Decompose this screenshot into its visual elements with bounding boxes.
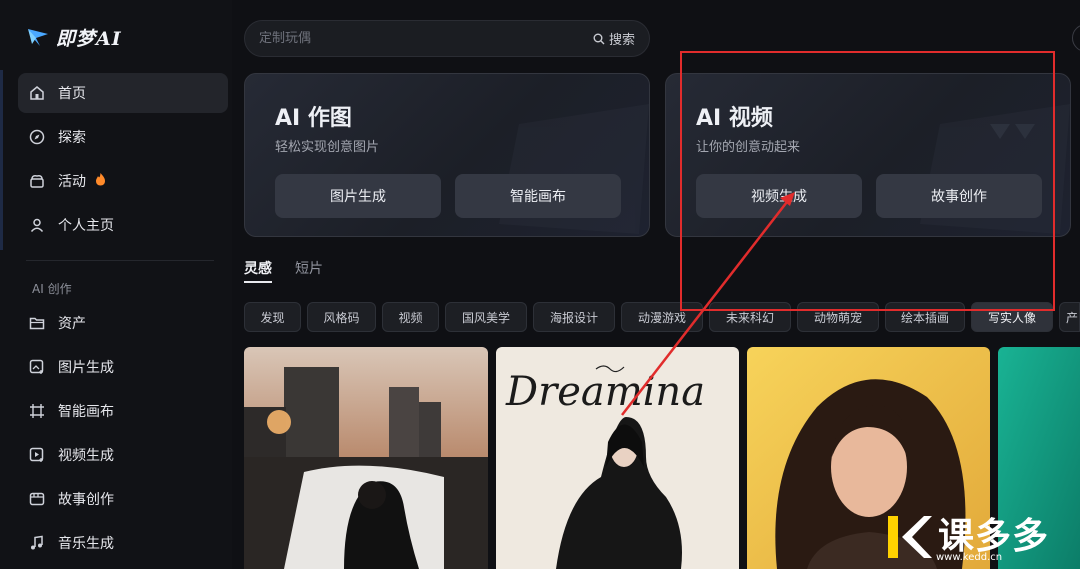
card-subtitle: 轻松实现创意图片: [275, 140, 380, 155]
sidebar-item-profile[interactable]: 个人主页: [18, 205, 228, 245]
search-button-label: 搜索: [608, 33, 635, 48]
video-generate-icon: [28, 446, 46, 464]
home-icon: [28, 84, 46, 102]
poster-title: Dreamina: [505, 369, 705, 415]
music-icon: [28, 534, 46, 552]
sidebar-item-assets[interactable]: 资产: [18, 303, 228, 343]
logo-icon: [28, 29, 48, 46]
sidebar-item-label: 图片生成: [58, 360, 114, 376]
sidebar-item-activity[interactable]: 活动: [18, 161, 228, 201]
smart-canvas-button[interactable]: 智能画布: [455, 174, 621, 218]
top-right-button[interactable]: [1072, 24, 1080, 52]
search-button[interactable]: 搜索: [593, 29, 635, 48]
annotation-highlight-box: [680, 51, 1055, 311]
sidebar: 即梦AI 首页 探索 活动 个人主页 AI 创作 资产 图片生成 智能画布 视频…: [0, 0, 232, 569]
story-icon: [28, 490, 46, 508]
folder-icon: [28, 314, 46, 332]
fire-icon: [94, 172, 107, 190]
image-generate-button[interactable]: 图片生成: [275, 174, 441, 218]
sidebar-divider: [26, 260, 214, 261]
user-icon: [28, 216, 46, 234]
canvas-icon: [28, 402, 46, 420]
gift-icon: [28, 172, 46, 190]
sidebar-item-explore[interactable]: 探索: [18, 117, 228, 157]
sidebar-item-music[interactable]: 音乐生成: [18, 523, 228, 563]
sidebar-item-label: 首页: [58, 86, 86, 102]
sidebar-item-label: 故事创作: [58, 492, 114, 508]
sidebar-item-label: 视频生成: [58, 448, 114, 464]
watermark-url: www.kedd.cn: [936, 552, 1003, 563]
watermark-text: 课多多: [938, 516, 1050, 557]
sidebar-item-video-generate[interactable]: 视频生成: [18, 435, 228, 475]
chip-chinese-style[interactable]: 国风美学: [445, 302, 527, 332]
ai-image-card: AI 作图 轻松实现创意图片 图片生成 智能画布: [244, 73, 650, 237]
image-tile-city-portrait[interactable]: [244, 347, 488, 569]
sidebar-item-image-generate[interactable]: 图片生成: [18, 347, 228, 387]
sidebar-item-home[interactable]: 首页: [18, 73, 228, 113]
chip-poster-design[interactable]: 海报设计: [533, 302, 615, 332]
card-title: AI 作图: [275, 106, 352, 131]
chip-video[interactable]: 视频: [382, 302, 439, 332]
app-logo[interactable]: 即梦AI: [26, 22, 122, 52]
search-icon: [593, 33, 605, 44]
watermark-logo-icon: [888, 516, 932, 558]
sidebar-item-label: 探索: [58, 130, 86, 146]
image-generate-icon: [28, 358, 46, 376]
sidebar-item-label: 音乐生成: [58, 536, 114, 552]
sidebar-item-label: 个人主页: [58, 218, 114, 234]
chip-style-code[interactable]: 风格码: [307, 302, 376, 332]
section-label-ai-create: AI 创作: [32, 282, 72, 296]
logo-text: 即梦AI: [56, 27, 122, 50]
sidebar-item-label: 智能画布: [58, 404, 114, 420]
compass-icon: [28, 128, 46, 146]
sidebar-item-canvas[interactable]: 智能画布: [18, 391, 228, 431]
chip-discover[interactable]: 发现: [244, 302, 301, 332]
tab-shorts[interactable]: 短片: [295, 258, 323, 278]
tab-active-indicator: [244, 281, 272, 283]
sidebar-item-label: 活动: [58, 174, 86, 190]
image-tile-dreamina-poster[interactable]: Dreamina: [496, 347, 739, 569]
tab-inspiration[interactable]: 灵感: [244, 258, 272, 278]
search-input[interactable]: [259, 31, 593, 46]
chip-more[interactable]: 产: [1059, 302, 1080, 332]
window-edge: [0, 70, 3, 250]
sidebar-item-story[interactable]: 故事创作: [18, 479, 228, 519]
search-bar: 搜索: [244, 20, 650, 57]
watermark: 课多多 www.kedd.cn: [884, 512, 1050, 563]
sidebar-item-label: 资产: [58, 316, 86, 332]
